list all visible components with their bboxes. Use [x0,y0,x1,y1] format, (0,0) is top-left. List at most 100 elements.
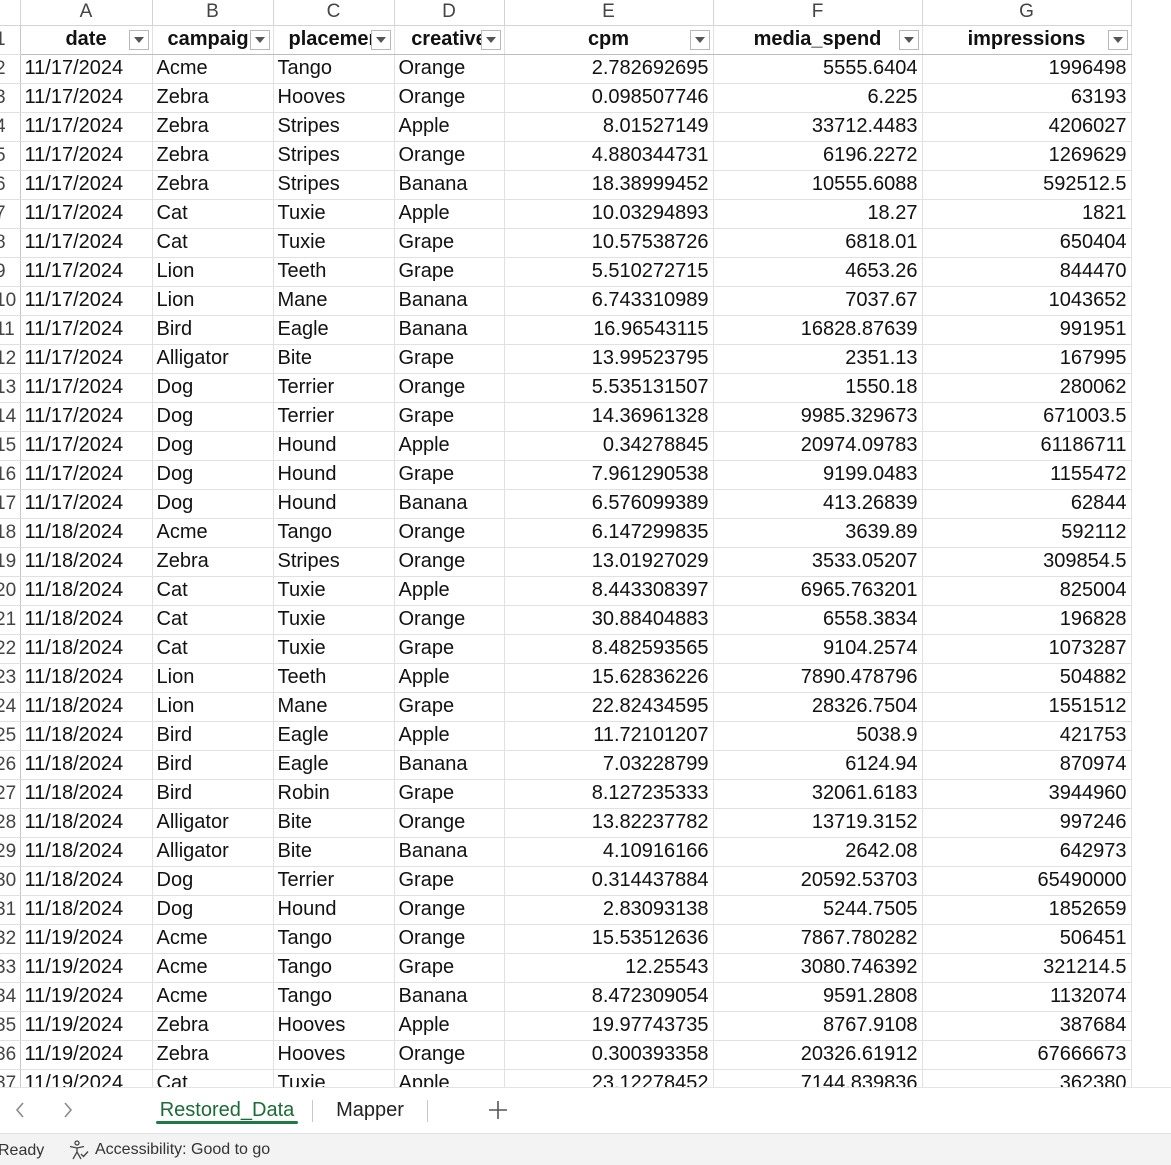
row-number[interactable]: 18 [0,518,21,548]
cell-media-spend[interactable]: 6818.01 [713,228,923,258]
cell-campaign[interactable]: Acme [152,518,274,548]
cell-impressions[interactable]: 3944960 [922,779,1132,809]
cell-placement[interactable]: Teeth [273,257,395,287]
cell-date[interactable]: 11/19/2024 [20,924,153,954]
accessibility-status[interactable]: Accessibility: Good to go [68,1140,270,1160]
cell-creative[interactable]: Banana [394,286,505,316]
cell-impressions[interactable]: 671003.5 [922,402,1132,432]
cell-cpm[interactable]: 0.300393358 [504,1040,714,1070]
cell-impressions[interactable]: 1132074 [922,982,1132,1012]
cell-media-spend[interactable]: 5244.7505 [713,895,923,925]
cell-date[interactable]: 11/18/2024 [20,518,153,548]
cell-impressions[interactable]: 592112 [922,518,1132,548]
cell-campaign[interactable]: Cat [152,199,274,229]
select-all-corner[interactable] [0,0,21,26]
cell-media-spend[interactable]: 2351.13 [713,344,923,374]
cell-date[interactable]: 11/17/2024 [20,489,153,519]
cell-media-spend[interactable]: 20592.53703 [713,866,923,896]
cell-media-spend[interactable]: 9985.329673 [713,402,923,432]
header-cell-media-spend[interactable]: media_spend [713,25,923,55]
cell-date[interactable]: 11/19/2024 [20,1011,153,1041]
cell-media-spend[interactable]: 7144.839836 [713,1069,923,1087]
cell-date[interactable]: 11/18/2024 [20,808,153,838]
row-number[interactable]: 19 [0,547,21,577]
cell-creative[interactable]: Orange [394,83,505,113]
cell-impressions[interactable]: 1269629 [922,141,1132,171]
row-number[interactable]: 24 [0,692,21,722]
cell-creative[interactable]: Orange [394,1040,505,1070]
cell-creative[interactable]: Grape [394,257,505,287]
cell-date[interactable]: 11/17/2024 [20,141,153,171]
prev-sheet-icon[interactable] [10,1099,30,1121]
column-letter[interactable]: D [394,0,505,26]
cell-impressions[interactable]: 321214.5 [922,953,1132,983]
cell-campaign[interactable]: Alligator [152,808,274,838]
cell-date[interactable]: 11/17/2024 [20,83,153,113]
cell-campaign[interactable]: Zebra [152,547,274,577]
row-number[interactable]: 30 [0,866,21,896]
row-number[interactable]: 14 [0,402,21,432]
cell-date[interactable]: 11/19/2024 [20,1040,153,1070]
cell-media-spend[interactable]: 9591.2808 [713,982,923,1012]
cell-creative[interactable]: Grape [394,228,505,258]
row-number[interactable]: 36 [0,1040,21,1070]
cell-media-spend[interactable]: 3533.05207 [713,547,923,577]
row-number[interactable]: 28 [0,808,21,838]
cell-creative[interactable]: Banana [394,982,505,1012]
row-number[interactable]: 23 [0,663,21,693]
filter-dropdown-icon[interactable] [249,29,270,50]
cell-placement[interactable]: Tango [273,982,395,1012]
cell-impressions[interactable]: 1043652 [922,286,1132,316]
row-number[interactable]: 13 [0,373,21,403]
cell-impressions[interactable]: 62844 [922,489,1132,519]
cell-cpm[interactable]: 0.098507746 [504,83,714,113]
cell-cpm[interactable]: 10.03294893 [504,199,714,229]
row-number[interactable]: 33 [0,953,21,983]
cell-impressions[interactable]: 592512.5 [922,170,1132,200]
cell-cpm[interactable]: 7.961290538 [504,460,714,490]
cell-placement[interactable]: Tuxie [273,1069,395,1087]
cell-media-spend[interactable]: 2642.08 [713,837,923,867]
cell-campaign[interactable]: Cat [152,576,274,606]
cell-campaign[interactable]: Cat [152,228,274,258]
header-cell-creative[interactable]: creative [394,25,505,55]
cell-date[interactable]: 11/17/2024 [20,315,153,345]
cell-media-spend[interactable]: 7867.780282 [713,924,923,954]
cell-creative[interactable]: Banana [394,837,505,867]
cell-campaign[interactable]: Bird [152,315,274,345]
cell-impressions[interactable]: 421753 [922,721,1132,751]
cell-impressions[interactable]: 167995 [922,344,1132,374]
row-number[interactable]: 26 [0,750,21,780]
cell-placement[interactable]: Tango [273,518,395,548]
cell-campaign[interactable]: Dog [152,460,274,490]
cell-impressions[interactable]: 1155472 [922,460,1132,490]
cell-placement[interactable]: Teeth [273,663,395,693]
cell-placement[interactable]: Hound [273,460,395,490]
cell-placement[interactable]: Eagle [273,315,395,345]
cell-campaign[interactable]: Cat [152,1069,274,1087]
cell-cpm[interactable]: 22.82434595 [504,692,714,722]
row-number[interactable]: 10 [0,286,21,316]
filter-dropdown-icon[interactable] [689,29,710,50]
cell-impressions[interactable]: 825004 [922,576,1132,606]
cell-date[interactable]: 11/17/2024 [20,286,153,316]
column-letter[interactable]: F [713,0,923,26]
cell-media-spend[interactable]: 32061.6183 [713,779,923,809]
cell-date[interactable]: 11/17/2024 [20,257,153,287]
cell-placement[interactable]: Stripes [273,170,395,200]
cell-impressions[interactable]: 67666673 [922,1040,1132,1070]
cell-media-spend[interactable]: 3080.746392 [713,953,923,983]
row-number[interactable]: 34 [0,982,21,1012]
cell-date[interactable]: 11/18/2024 [20,866,153,896]
cell-media-spend[interactable]: 33712.4483 [713,112,923,142]
cell-impressions[interactable]: 1852659 [922,895,1132,925]
cell-campaign[interactable]: Lion [152,663,274,693]
cell-placement[interactable]: Tango [273,54,395,84]
cell-campaign[interactable]: Zebra [152,112,274,142]
column-letter[interactable]: A [20,0,153,26]
cell-media-spend[interactable]: 6965.763201 [713,576,923,606]
cell-date[interactable]: 11/18/2024 [20,692,153,722]
row-number[interactable]: 29 [0,837,21,867]
cell-media-spend[interactable]: 5555.6404 [713,54,923,84]
cell-cpm[interactable]: 14.36961328 [504,402,714,432]
